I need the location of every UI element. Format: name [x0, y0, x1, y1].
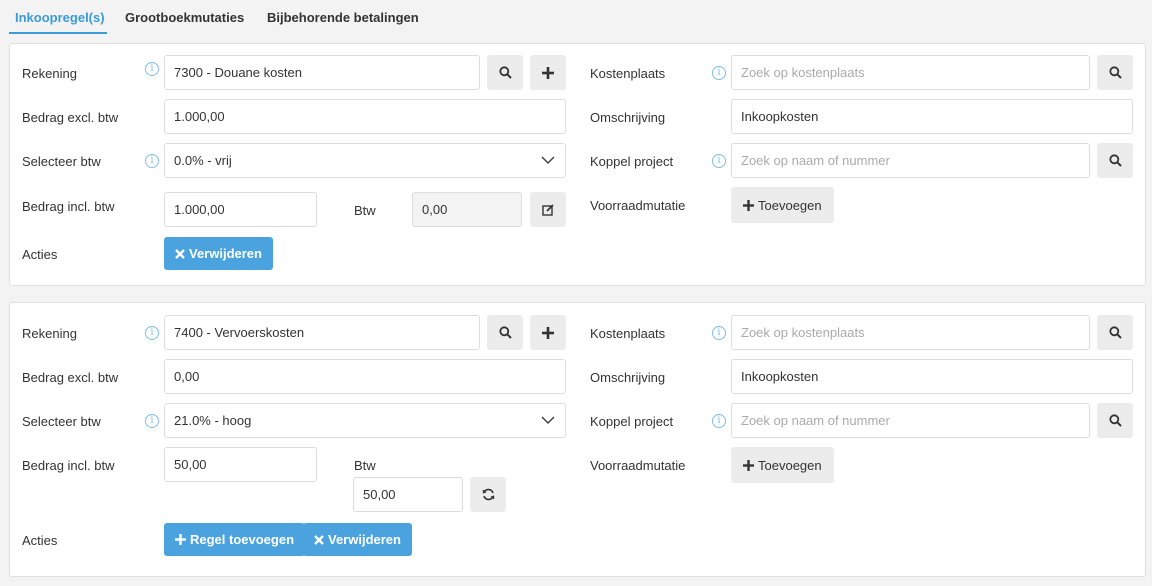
btw-label: Btw [354, 458, 376, 473]
delete-button-label: Verwijderen [328, 532, 401, 547]
omschrijving-label: Omschrijving [590, 370, 666, 385]
chevron-down-icon [541, 416, 555, 425]
project-input[interactable]: Zoek op naam of nummer [731, 143, 1090, 178]
info-icon[interactable]: i [712, 66, 726, 80]
info-icon[interactable]: i [145, 62, 159, 76]
kostenplaats-label: Kostenplaats [590, 326, 666, 341]
project-label: Koppel project [590, 414, 674, 429]
kostenplaats-input[interactable]: Zoek op kostenplaats [731, 55, 1090, 90]
acties-label: Acties [22, 247, 58, 262]
search-icon [1108, 414, 1122, 427]
info-icon[interactable]: i [712, 414, 726, 428]
bedrag-incl-label: Bedrag incl. btw [22, 199, 115, 214]
btw-select-label: Selecteer btw [22, 154, 101, 169]
bedrag-excl-label: Bedrag excl. btw [22, 110, 119, 125]
plus-icon [542, 66, 554, 79]
btw-recalculate-button[interactable] [470, 477, 506, 512]
kostenplaats-input[interactable]: Zoek op kostenplaats [731, 315, 1090, 350]
bedrag-excl-input[interactable]: 0,00 [164, 359, 566, 394]
search-icon [1108, 66, 1122, 79]
btw-select-label: Selecteer btw [22, 414, 101, 429]
info-icon[interactable]: i [712, 326, 726, 340]
btw-select[interactable]: 21.0% - hoog [164, 403, 566, 438]
rekening-input[interactable]: 7400 - Vervoerskosten [164, 315, 480, 350]
tab-bijbehorende-betalingen[interactable]: Bijbehorende betalingen [267, 10, 419, 25]
bedrag-incl-label: Bedrag incl. btw [22, 458, 115, 473]
add-line-button[interactable]: Regel toevoegen [164, 523, 306, 556]
project-search-button[interactable] [1097, 403, 1133, 438]
project-input[interactable]: Zoek op naam of nummer [731, 403, 1090, 438]
close-icon [175, 248, 185, 259]
search-icon [1108, 154, 1122, 167]
btw-amount-input[interactable]: 50,00 [353, 477, 463, 512]
tab-grootboekmutaties[interactable]: Grootboekmutaties [125, 10, 244, 25]
rekening-input[interactable]: 7300 - Douane kosten [164, 55, 480, 90]
kostenplaats-label: Kostenplaats [590, 66, 666, 81]
info-icon[interactable]: i [145, 326, 159, 340]
delete-button-label: Verwijderen [189, 246, 262, 261]
btw-label: Btw [354, 203, 376, 218]
project-search-button[interactable] [1097, 143, 1133, 178]
rekening-add-button[interactable] [530, 315, 566, 350]
chevron-down-icon [541, 156, 555, 165]
purchase-line-card-2: Rekening i 7400 - Vervoerskosten Bedrag … [9, 302, 1146, 577]
btw-amount-field: 0,00 [412, 192, 522, 227]
btw-edit-button[interactable] [530, 192, 566, 227]
kostenplaats-search-button[interactable] [1097, 55, 1133, 90]
btw-select-value: 21.0% - hoog [174, 413, 252, 428]
refresh-icon [482, 488, 494, 501]
info-icon[interactable]: i [145, 414, 159, 428]
plus-icon [743, 459, 754, 471]
search-icon [498, 326, 512, 339]
project-label: Koppel project [590, 154, 674, 169]
rekening-label: Rekening [22, 66, 77, 81]
btw-select[interactable]: 0.0% - vrij [164, 143, 566, 178]
bedrag-incl-input[interactable]: 1.000,00 [164, 192, 317, 227]
rekening-search-button[interactable] [487, 55, 523, 90]
purchase-line-card-1: Rekening i 7300 - Douane kosten Bedrag e… [9, 43, 1146, 286]
voorraad-add-button[interactable]: Toevoegen [731, 187, 834, 223]
close-icon [314, 534, 324, 545]
btw-select-value: 0.0% - vrij [174, 153, 232, 168]
rekening-label: Rekening [22, 326, 77, 341]
acties-label: Acties [22, 533, 58, 548]
edit-icon [542, 203, 554, 216]
rekening-search-button[interactable] [487, 315, 523, 350]
info-icon[interactable]: i [712, 154, 726, 168]
voorraad-add-button[interactable]: Toevoegen [731, 447, 834, 483]
bedrag-excl-input[interactable]: 1.000,00 [164, 99, 566, 134]
delete-button[interactable]: Verwijderen [303, 523, 412, 556]
kostenplaats-search-button[interactable] [1097, 315, 1133, 350]
voorraad-add-label: Toevoegen [758, 457, 822, 473]
search-icon [498, 66, 512, 79]
plus-icon [542, 326, 554, 339]
search-icon [1108, 326, 1122, 339]
active-tab-indicator [9, 32, 107, 34]
omschrijving-input[interactable]: Inkoopkosten [731, 359, 1133, 394]
voorraad-label: Voorraadmutatie [590, 198, 686, 213]
delete-button[interactable]: Verwijderen [164, 237, 273, 270]
omschrijving-label: Omschrijving [590, 110, 666, 125]
add-line-label: Regel toevoegen [190, 532, 295, 547]
voorraad-add-label: Toevoegen [758, 197, 822, 213]
tab-inkoopregels[interactable]: Inkoopregel(s) [15, 10, 105, 25]
tab-bar: Inkoopregel(s) Grootboekmutaties Bijbeho… [0, 0, 1152, 36]
rekening-add-button[interactable] [530, 55, 566, 90]
plus-icon [175, 534, 186, 545]
info-icon[interactable]: i [145, 154, 159, 168]
omschrijving-input[interactable]: Inkoopkosten [731, 99, 1133, 134]
bedrag-incl-input[interactable]: 50,00 [164, 447, 317, 482]
plus-icon [743, 199, 754, 211]
voorraad-label: Voorraadmutatie [590, 458, 686, 473]
bedrag-excl-label: Bedrag excl. btw [22, 370, 119, 385]
